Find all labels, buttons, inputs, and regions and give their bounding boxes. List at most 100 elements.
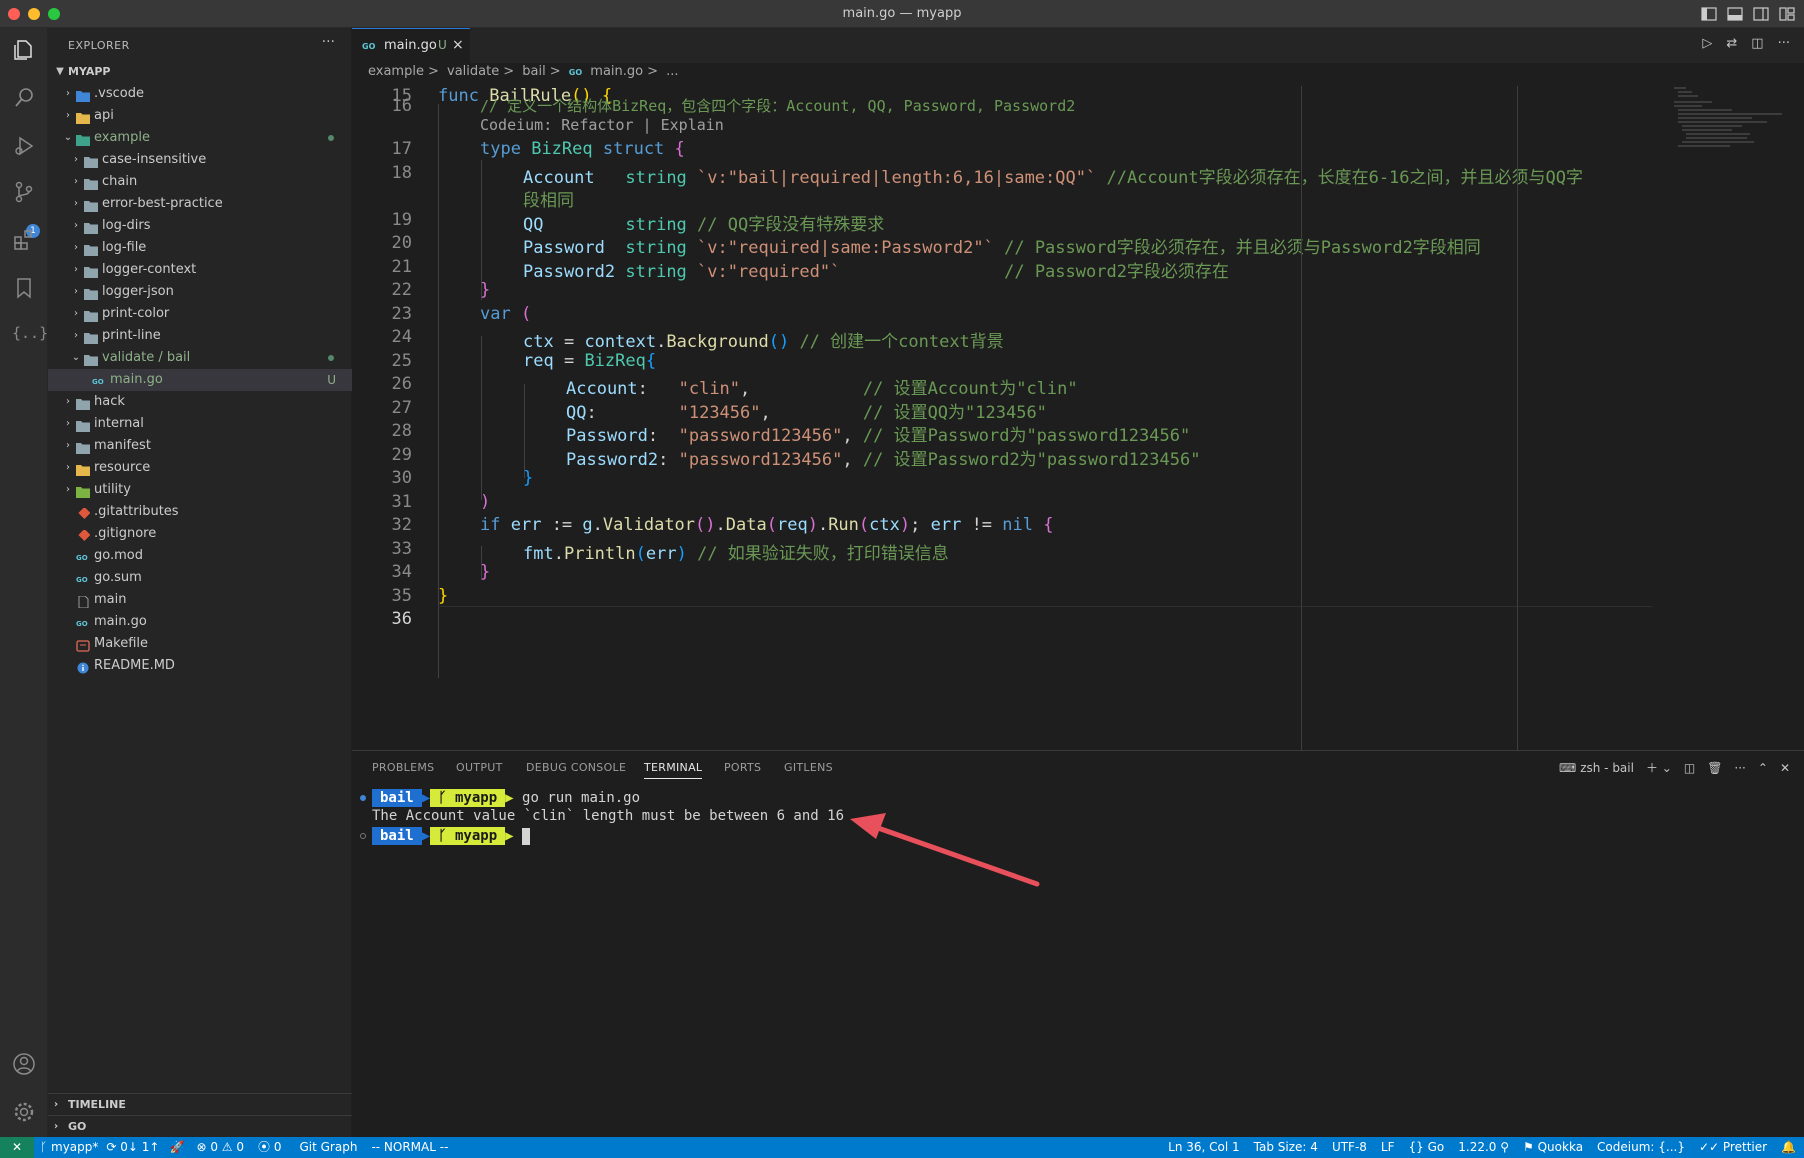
language-mode[interactable]: {} Go bbox=[1409, 1137, 1445, 1158]
run-icon[interactable]: ▷ bbox=[1702, 36, 1712, 51]
close-tab-icon[interactable]: × bbox=[452, 37, 464, 53]
quokka-label: Quokka bbox=[1537, 1140, 1584, 1154]
folder-item[interactable]: › hack bbox=[48, 391, 352, 413]
folder-item[interactable]: › utility bbox=[48, 479, 352, 501]
prettier-status[interactable]: ✓✓ Prettier bbox=[1699, 1137, 1767, 1158]
file-item[interactable]: main bbox=[48, 589, 352, 611]
cursor-position[interactable]: Ln 36, Col 1 bbox=[1168, 1137, 1240, 1158]
folder-item[interactable]: ⌄ example bbox=[48, 127, 352, 149]
folder-item[interactable]: › manifest bbox=[48, 435, 352, 457]
folder-item[interactable]: › logger-context bbox=[48, 259, 352, 281]
file-item[interactable]: GO main.go U bbox=[48, 369, 352, 391]
code-line: if err := g.Validator().Data(req).Run(ct… bbox=[480, 515, 1054, 535]
folder-icon bbox=[76, 396, 90, 410]
file-item[interactable]: Makefile bbox=[48, 633, 352, 655]
json-icon[interactable]: {..} bbox=[12, 324, 48, 348]
sync-indicator[interactable]: ⟳ 0↓ 1↑ bbox=[106, 1137, 159, 1158]
folder-item[interactable]: › print-color bbox=[48, 303, 352, 325]
more-actions-icon[interactable]: ··· bbox=[1734, 761, 1745, 775]
explorer-icon[interactable] bbox=[12, 38, 36, 62]
branch-indicator[interactable]: ᚴ myapp* bbox=[40, 1137, 98, 1158]
toggle-secondary-sidebar-icon[interactable] bbox=[1752, 5, 1770, 23]
code-line: Account string `v:"bail|required|length:… bbox=[523, 168, 1583, 188]
file-item[interactable]: GO main.go bbox=[48, 611, 352, 633]
maximize-panel-icon[interactable]: ⌃ bbox=[1758, 761, 1768, 775]
remote-indicator[interactable]: ✕ bbox=[0, 1137, 34, 1158]
file-item[interactable]: .gitignore bbox=[48, 523, 352, 545]
tree-item-label: api bbox=[94, 108, 114, 123]
folder-item[interactable]: › api bbox=[48, 105, 352, 127]
explorer-more-button[interactable]: ··· bbox=[322, 34, 335, 50]
problems-indicator[interactable]: ⊗ 0 ⚠ 0 bbox=[196, 1137, 244, 1158]
file-item[interactable]: GO go.mod bbox=[48, 545, 352, 567]
crumb-file[interactable]: main.go bbox=[590, 64, 643, 79]
split-terminal-icon[interactable]: ◫ bbox=[1684, 761, 1695, 775]
chevron-right-icon: › bbox=[74, 176, 78, 187]
tab-main-go[interactable]: GO main.go U × bbox=[352, 28, 470, 63]
run-debug-icon[interactable] bbox=[12, 134, 36, 158]
line-number: 36 bbox=[391, 609, 412, 629]
folder-item[interactable]: › internal bbox=[48, 413, 352, 435]
tree-item-label: logger-json bbox=[102, 284, 174, 299]
chevron-down-icon: ⌄ bbox=[63, 132, 73, 143]
info-icon bbox=[76, 660, 90, 674]
encoding[interactable]: UTF-8 bbox=[1332, 1137, 1367, 1158]
crumb-validate[interactable]: validate bbox=[447, 64, 499, 79]
minimap[interactable] bbox=[1672, 86, 1792, 750]
file-item[interactable]: .gitattributes bbox=[48, 501, 352, 523]
folder-item[interactable]: › error-best-practice bbox=[48, 193, 352, 215]
folder-item[interactable]: › .vscode bbox=[48, 83, 352, 105]
eol[interactable]: LF bbox=[1381, 1137, 1395, 1158]
folder-item[interactable]: › case-insensitive bbox=[48, 149, 352, 171]
split-editor-icon[interactable]: ◫ bbox=[1751, 36, 1763, 51]
codeium-lens[interactable]: Codeium: Refactor | Explain bbox=[480, 116, 724, 134]
toggle-panel-icon[interactable] bbox=[1726, 5, 1744, 23]
ports-indicator[interactable]: ⦿ 0 bbox=[258, 1137, 281, 1158]
go-section[interactable]: › GO bbox=[48, 1115, 352, 1137]
folder-item[interactable]: › log-file bbox=[48, 237, 352, 259]
line-number: 30 bbox=[391, 468, 412, 488]
gear-icon[interactable] bbox=[12, 1100, 36, 1124]
timeline-section[interactable]: › TIMELINE bbox=[48, 1093, 352, 1115]
file-item[interactable]: README.MD bbox=[48, 655, 352, 677]
more-actions-icon[interactable]: ··· bbox=[1778, 36, 1790, 51]
crumb-symbol[interactable]: ... bbox=[666, 64, 678, 79]
line-number: 17 bbox=[391, 139, 412, 159]
new-terminal-icon[interactable]: ＋ ⌄ bbox=[1646, 759, 1672, 776]
folder-item[interactable]: › logger-json bbox=[48, 281, 352, 303]
file-item[interactable]: GO go.sum bbox=[48, 567, 352, 589]
source-control-icon[interactable] bbox=[12, 180, 36, 204]
terminal-shell-selector[interactable]: ⌨ zsh - bail bbox=[1559, 761, 1634, 775]
chevron-right-icon: › bbox=[66, 396, 70, 407]
publish-icon[interactable]: 🚀 bbox=[169, 1137, 184, 1158]
code-line: req = BizReq{ bbox=[523, 351, 657, 371]
compare-changes-icon[interactable]: ⇄ bbox=[1726, 36, 1737, 51]
git-graph-button[interactable]: Git Graph bbox=[299, 1137, 357, 1158]
notifications-icon[interactable]: 🔔 bbox=[1781, 1137, 1796, 1158]
folder-item[interactable]: › chain bbox=[48, 171, 352, 193]
explorer-root[interactable]: ▼ MYAPP bbox=[48, 61, 352, 83]
folder-item[interactable]: › resource bbox=[48, 457, 352, 479]
close-panel-icon[interactable]: ✕ bbox=[1780, 761, 1790, 775]
crumb-bail[interactable]: bail bbox=[522, 64, 545, 79]
toggle-sidebar-icon[interactable] bbox=[1700, 5, 1718, 23]
line-number: 21 bbox=[391, 257, 412, 277]
folder-item[interactable]: ⌄ validate / bail bbox=[48, 347, 352, 369]
extensions-icon[interactable] bbox=[12, 228, 36, 252]
tab-size[interactable]: Tab Size: 4 bbox=[1254, 1137, 1318, 1158]
accounts-icon[interactable] bbox=[12, 1052, 36, 1076]
go-version[interactable]: 1.22.0 ⚲ bbox=[1458, 1137, 1509, 1158]
crumb-example[interactable]: example bbox=[368, 64, 424, 79]
folder-item[interactable]: › log-dirs bbox=[48, 215, 352, 237]
quokka-status[interactable]: ⚑ Quokka bbox=[1523, 1137, 1583, 1158]
code-editor[interactable]: 15 func BailRule() { 16 // 定义一个结构体BizReq… bbox=[352, 86, 1652, 750]
folder-item[interactable]: › print-line bbox=[48, 325, 352, 347]
line-number: 20 bbox=[391, 233, 412, 253]
codeium-status[interactable]: Codeium: {...} bbox=[1597, 1137, 1685, 1158]
bookmarks-icon[interactable] bbox=[12, 276, 36, 300]
kill-terminal-icon[interactable]: 🗑 bbox=[1707, 761, 1722, 775]
search-icon[interactable] bbox=[12, 86, 36, 110]
customize-layout-icon[interactable] bbox=[1778, 5, 1796, 23]
folder-icon bbox=[84, 242, 98, 256]
tree-item-label: log-dirs bbox=[102, 218, 151, 233]
